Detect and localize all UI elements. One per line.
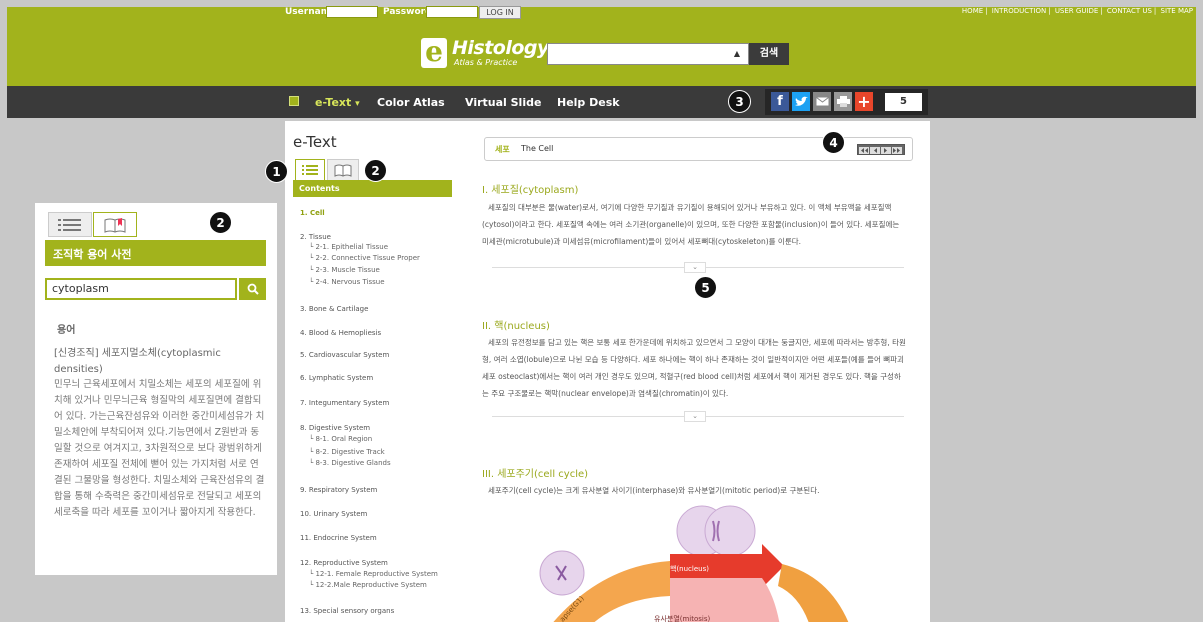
dropdown-arrow-icon[interactable]: ▲ [734,49,740,58]
breadcrumb-korean: 세포 [495,145,510,154]
toc-item[interactable]: 1. Cell [300,209,325,217]
annotation-badge: 2 [209,211,232,234]
toc-item[interactable]: 10. Urinary System [300,510,367,518]
nav-etext-label: e-Text [315,96,352,109]
social-share-bar: f + 5 [765,89,928,115]
user-guide-link[interactable]: USER GUIDE [1055,7,1099,15]
entry-text: 민무늬 근육세포에서 치밀소체는 세포의 세포질에 위치해 있거나 민무늬근육 … [54,379,265,518]
diagram-mitosis-label: 유사분열(mitosis) [654,615,711,622]
cell-cycle-diagram [539,505,849,622]
section-2-title: II. 핵(nucleus) [482,321,550,332]
toc-item[interactable]: 2. Tissue [300,233,331,241]
annotation-badge: 3 [728,90,751,113]
contact-us-link[interactable]: CONTACT US [1107,7,1152,15]
toc-item[interactable]: └ 8-1. Oral Region [309,435,372,443]
top-links: HOME | INTRODUCTION | USER GUIDE | CONTACT … [961,7,1193,15]
password-label: Password [383,7,432,17]
page-nav-buttons[interactable] [857,144,905,155]
toc-item[interactable]: └ 2-2. Connective Tissue Proper [309,254,420,262]
annotation-badge: 2 [364,159,387,182]
login-button[interactable]: LOG IN [479,6,521,19]
toc-item[interactable]: 11. Endocrine System [300,534,377,542]
diagram-nucleus-label: 핵(nucleus) [670,565,709,573]
toc-item[interactable]: 8. Digestive System [300,424,370,432]
toc-panel: e-Text Contents 1. Cell 2. Tissue └ 2-1. E… [285,121,460,622]
logo-title: Histology [452,37,549,59]
toc-item[interactable]: └ 2-1. Epithelial Tissue [309,243,388,251]
toc-item[interactable]: 12. Reproductive System [300,559,388,567]
term-heading: 용어 [57,325,76,336]
toc-item[interactable]: └ 8-3. Digestive Glands [309,459,391,467]
toc-item[interactable]: └ 2-4. Nervous Tissue [309,278,385,286]
section-2-text: 세포의 유전정보를 담고 있는 핵은 보통 세포 한가운데에 위치하고 있으면서… [482,338,906,398]
site-map-link[interactable]: SITE MAP [1161,7,1193,15]
section-3-title: III. 세포주기(cell cycle) [482,469,589,480]
breadcrumb-english: The Cell [521,144,554,153]
annotation-badge: 4 [822,131,845,154]
annotation-badge: 1 [265,160,288,183]
home-link[interactable]: HOME [962,7,983,15]
annotation-badge: 5 [694,276,717,299]
nav-etext[interactable]: e-Text ▾ [315,96,360,109]
site-logo[interactable]: e Histology Atlas & Practice [421,37,549,71]
dictionary-search-input[interactable]: cytoplasm [45,278,237,300]
logo-subtitle: Atlas & Practice [454,58,518,67]
toc-book-tab[interactable] [327,159,359,181]
toc-item[interactable]: 9. Respiratory System [300,486,377,494]
toc-item[interactable]: └ 2-3. Muscle Tissue [309,266,380,274]
nav-help-desk[interactable]: Help Desk [557,96,620,109]
caret-down-icon: ▾ [355,99,360,109]
toc-item[interactable]: 4. Blood & Hemopliesis [300,329,381,337]
toc-item[interactable]: 13. Special sensory organs [300,607,394,615]
toc-list-tab[interactable] [295,159,325,181]
password-input[interactable] [426,6,478,18]
list-view-tab[interactable] [48,212,92,237]
facebook-icon[interactable]: f [771,92,789,111]
share-count: 5 [885,93,922,111]
section-1-title: I. 세포질(cytoplasm) [482,185,579,196]
plus-icon[interactable]: + [855,92,873,111]
search-button[interactable]: 검색 [749,43,789,65]
toc-item[interactable]: 7. Integumentary System [300,399,389,407]
entry-title: [신경조직] 세포지멀소체(cytoplasmic densities) [54,348,221,375]
dictionary-search-button[interactable] [239,278,266,300]
username-input[interactable] [326,6,378,18]
toc-item[interactable]: 5. Cardiovascular System [300,351,389,359]
contents-header: Contents [293,180,452,197]
print-icon[interactable] [834,92,852,111]
logo-mark: e [421,38,447,68]
dictionary-tab[interactable] [93,212,137,237]
expand-chevron-icon[interactable]: ⌄ [684,411,706,422]
dictionary-header: 조직학 용어 사전 [45,240,266,266]
mail-icon[interactable] [813,92,831,111]
nav-color-atlas[interactable]: Color Atlas [377,96,445,109]
toc-title: e-Text [293,133,337,151]
expand-chevron-icon[interactable]: ⌄ [684,262,706,273]
twitter-icon[interactable] [792,92,810,111]
search-input[interactable]: ▲ [547,43,749,65]
introduction-link[interactable]: INTRODUCTION [992,7,1046,15]
toc-item[interactable]: └ 8-2. Digestive Track [309,448,385,456]
section-1-text: 세포질의 대부분은 물(water)로서, 여기에 다양한 무기질과 유기질이 … [482,203,900,246]
toc-item[interactable]: 6. Lymphatic System [300,374,373,382]
content-panel: 세포 The Cell I. 세포질(cytoplasm) 세포질의 대부분은 … [460,121,930,622]
breadcrumb: 세포 The Cell [484,137,913,161]
nav-virtual-slide[interactable]: Virtual Slide [465,96,541,109]
toc-item[interactable]: └ 12-1. Female Reproductive System [309,570,438,578]
dictionary-panel: 조직학 용어 사전 cytoplasm 용어 [신경조직] 세포지멀소체(cyt… [35,203,277,575]
toc-item[interactable]: 3. Bone & Cartilage [300,305,368,313]
toc-item[interactable]: └ 12-2.Male Reproductive System [309,581,427,589]
home-icon[interactable] [289,96,299,106]
